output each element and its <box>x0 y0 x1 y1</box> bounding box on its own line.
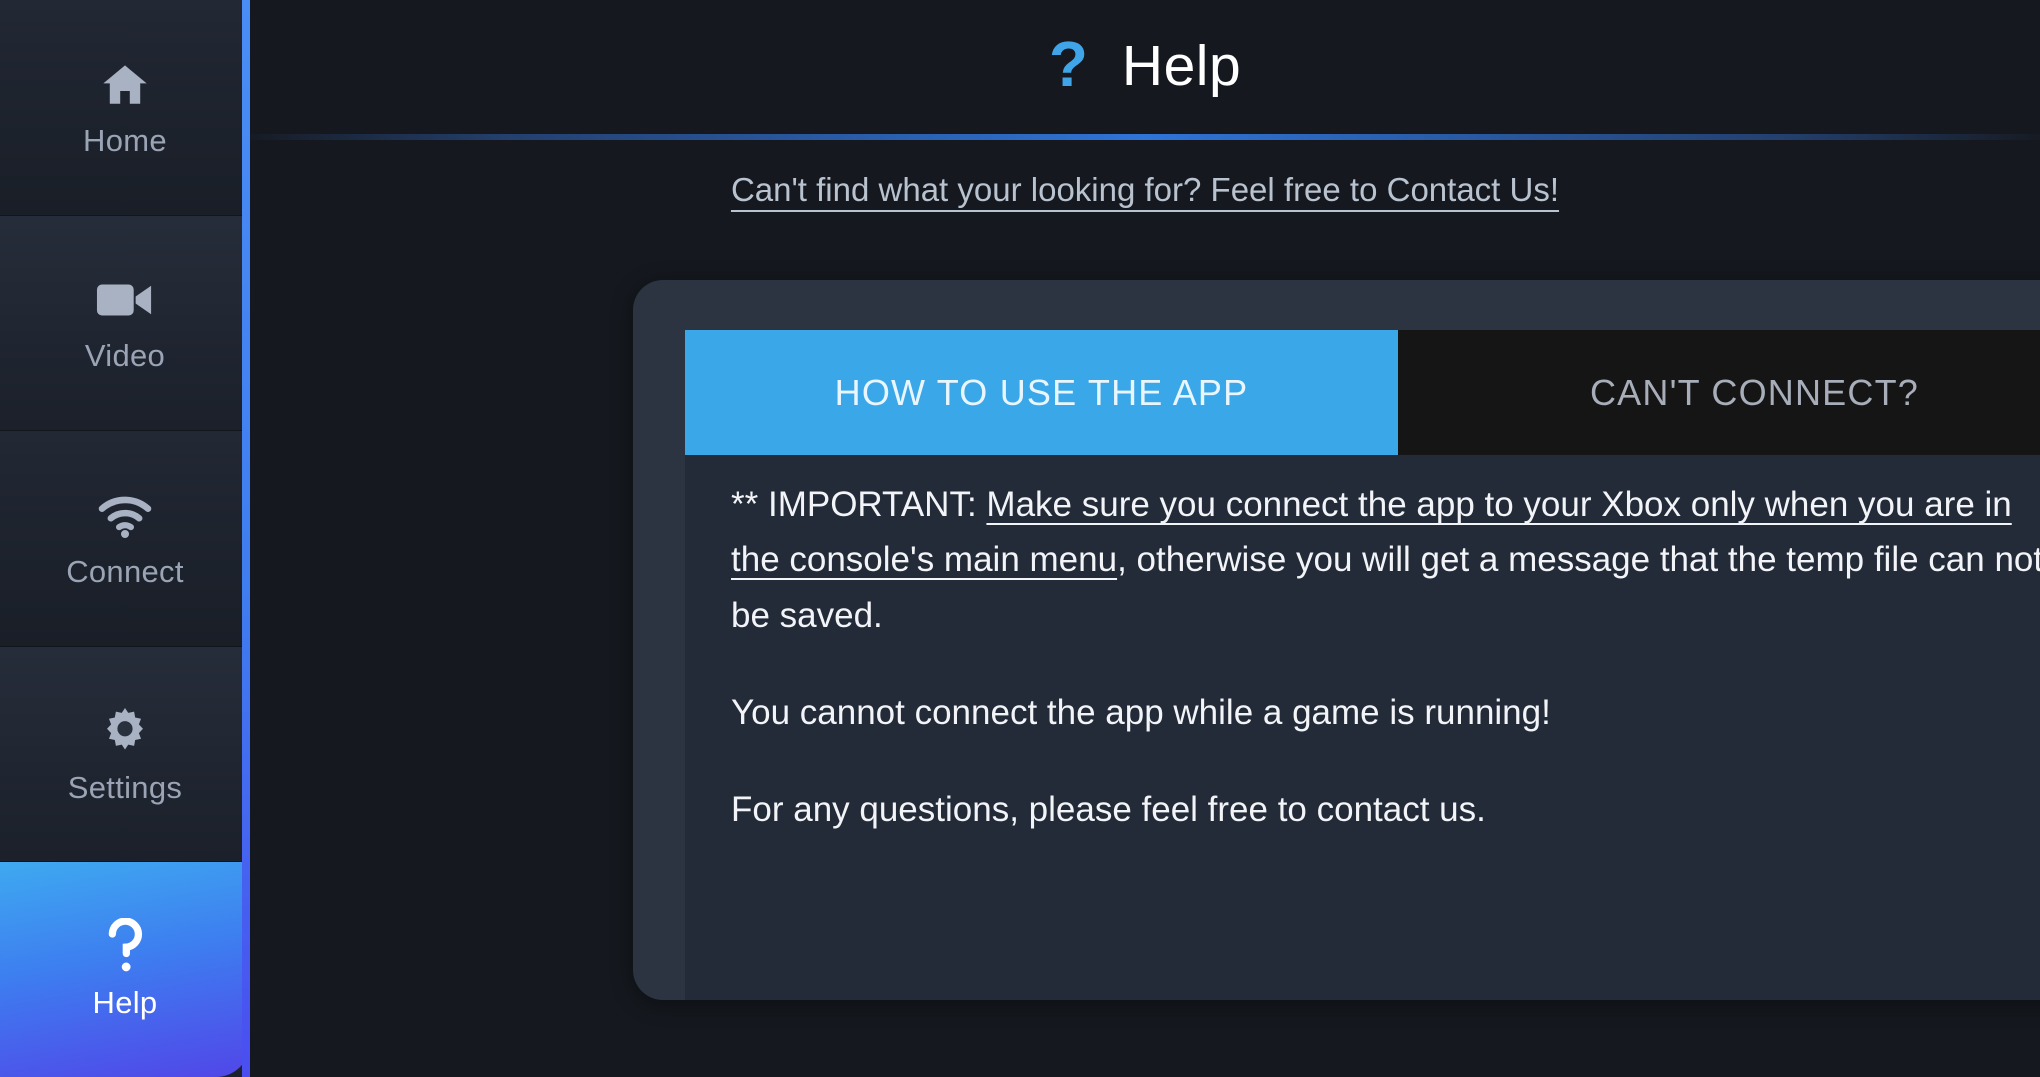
sidebar-item-label: Settings <box>67 769 183 805</box>
sidebar-item-connect[interactable]: Connect <box>0 431 250 647</box>
sidebar-item-label: Home <box>83 122 167 158</box>
paragraph-game-running: You cannot connect the app while a game … <box>731 685 2040 740</box>
text-segment: ** IMPORTANT: <box>731 485 987 524</box>
contact-us-link[interactable]: Can't find what your looking for? Feel f… <box>731 171 1559 209</box>
video-icon <box>94 274 156 326</box>
home-icon <box>94 59 156 111</box>
question-mark-icon: ? <box>1048 28 1088 100</box>
sidebar-accent-stripe <box>242 0 250 1077</box>
sidebar-item-label: Connect <box>66 553 184 589</box>
tab-how-to-use-the-app[interactable]: HOW TO USE THE APP <box>685 330 1398 455</box>
help-card: HOW TO USE THE APP CAN'T CONNECT? ** IMP… <box>633 280 2040 1000</box>
page-title: Help <box>1121 33 1242 98</box>
text-segment: You cannot connect the app while a game … <box>731 692 1551 732</box>
contact-link-container: Can't find what your looking for? Feel f… <box>250 140 2040 240</box>
text-segment: For any questions, please feel free to c… <box>731 790 1486 830</box>
sidebar-item-settings[interactable]: Settings <box>0 646 250 863</box>
tab-cant-connect[interactable]: CAN'T CONNECT? <box>1398 330 2040 455</box>
sidebar-item-video[interactable]: Video <box>0 215 250 432</box>
gear-icon <box>94 706 156 758</box>
question-mark-icon <box>94 918 156 973</box>
page-header: ? Help <box>250 0 2040 140</box>
paragraph-important: ** IMPORTANT: Make sure you connect the … <box>731 477 2040 643</box>
help-text-body: ** IMPORTANT: Make sure you connect the … <box>685 455 2040 837</box>
tab-panel: ** IMPORTANT: Make sure you connect the … <box>685 455 2040 1000</box>
header-divider <box>250 134 2040 140</box>
wifi-icon <box>94 490 156 542</box>
main-content: ? Help Can't find what your looking for?… <box>250 0 2040 1077</box>
app-root: Home Video Connect Settings Help ? Help … <box>0 0 2040 1077</box>
sidebar: Home Video Connect Settings Help <box>0 0 250 1077</box>
paragraph-contact: For any questions, please feel free to c… <box>731 782 2040 837</box>
sidebar-item-label: Help <box>92 985 158 1021</box>
tab-bar: HOW TO USE THE APP CAN'T CONNECT? <box>685 330 2040 455</box>
sidebar-item-home[interactable]: Home <box>0 0 250 216</box>
sidebar-item-help[interactable]: Help <box>0 862 250 1077</box>
sidebar-item-label: Video <box>84 338 166 374</box>
